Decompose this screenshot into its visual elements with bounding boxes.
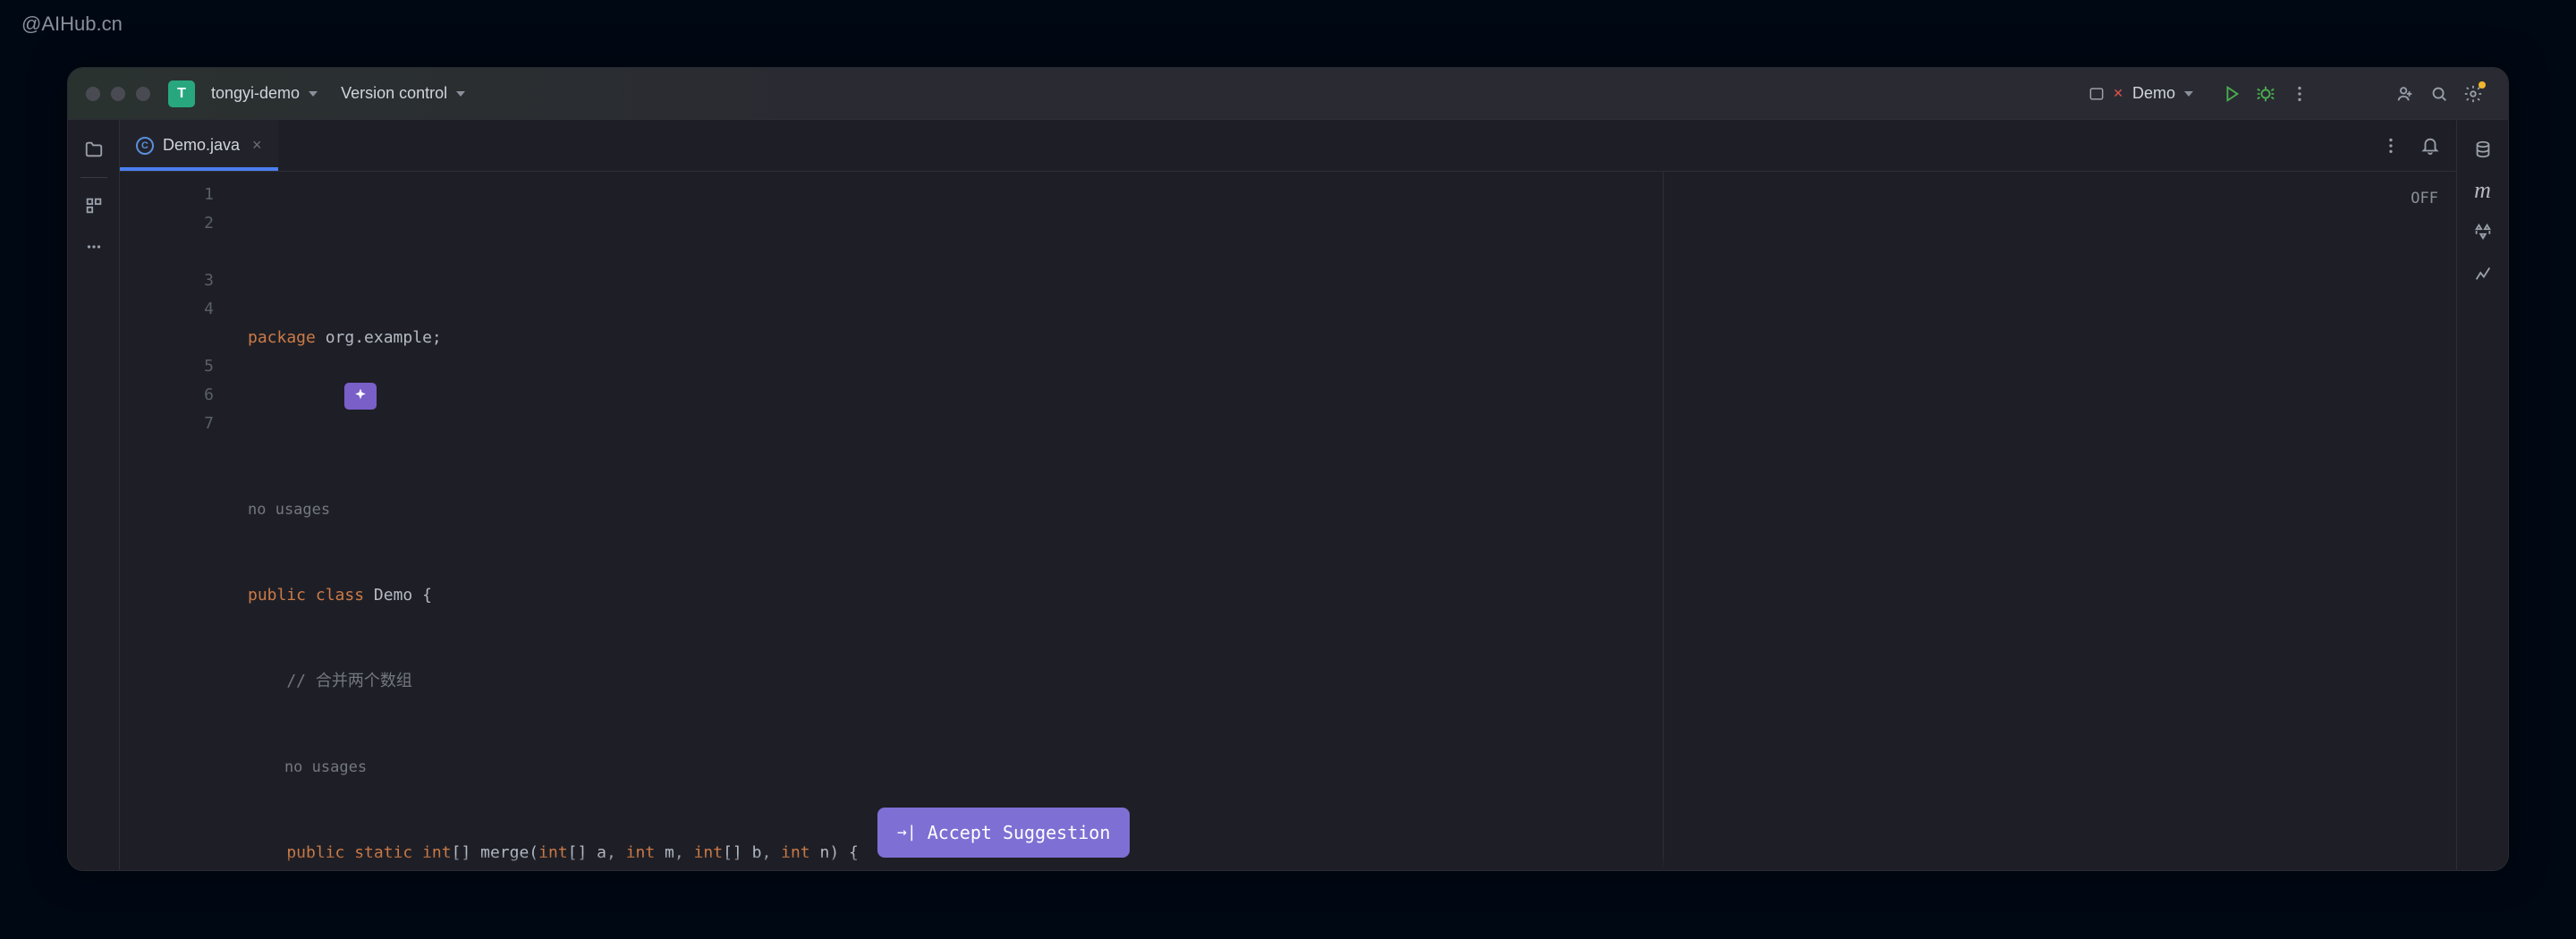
kebab-icon [2381,136,2401,156]
project-badge: T [168,80,195,107]
window-controls [86,87,150,101]
tab-key-icon: →| [897,818,917,847]
code-line: public class Demo { [241,581,2456,610]
code-with-me-button[interactable] [2388,77,2422,111]
database-icon [2473,140,2493,159]
notifications-button[interactable] [2413,129,2447,163]
chevron-down-icon [309,91,318,97]
more-actions-button[interactable] [2283,77,2317,111]
services-tool-button[interactable] [2466,215,2500,249]
close-window-button[interactable] [86,87,100,101]
tab-more-button[interactable] [2374,129,2408,163]
code-line: public static int[] merge(int[] a, int m… [241,839,2456,867]
ide-window: T tongyi-demo Version control ✕ Demo [67,67,2509,871]
kebab-icon [2290,84,2309,104]
project-name: tongyi-demo [211,84,300,103]
run-button[interactable] [2215,77,2249,111]
editor-pane: C Demo.java × 1 2 [120,120,2456,870]
settings-button[interactable] [2456,77,2490,111]
gear-icon [2463,84,2483,104]
code-line: package org.example; [241,324,2456,352]
editor-tab-bar: C Demo.java × [120,120,2456,172]
folder-icon [84,140,104,159]
error-indicator-icon: ✕ [2113,86,2123,101]
project-tool-button[interactable] [77,132,111,166]
search-everywhere-button[interactable] [2422,77,2456,111]
vcs-label: Version control [341,84,447,103]
close-tab-button[interactable]: × [252,136,262,155]
code-line [241,410,2456,438]
structure-icon [84,196,104,216]
version-control-menu[interactable]: Version control [334,80,472,106]
code-area[interactable]: OFF package org.example; no usages publi… [241,172,2456,870]
titlebar: T tongyi-demo Version control ✕ Demo [68,68,2508,120]
debug-button[interactable] [2249,77,2283,111]
ai-assistant-badge[interactable] [344,383,377,410]
inspections-off-label[interactable]: OFF [2411,184,2438,213]
watermark: @AIHub.cn [21,13,123,36]
editor-body[interactable]: 1 2 3 4 5 6 7 OFF package org.example; n… [120,172,2456,870]
left-tool-rail [68,120,120,870]
chevron-down-icon [456,91,465,97]
maximize-window-button[interactable] [136,87,150,101]
right-tool-rail: m [2456,120,2508,870]
rail-divider [80,177,107,178]
tab-label: Demo.java [163,136,240,155]
usages-hint: no usages [241,495,2456,524]
database-tool-button[interactable] [2466,132,2500,166]
accept-suggestion-button[interactable]: →| Accept Suggestion [877,808,1130,858]
accept-label: Accept Suggestion [928,818,1111,847]
more-tools-button[interactable] [77,230,111,264]
recycle-icon [2473,222,2493,241]
run-configuration-selector[interactable]: ✕ Demo [2080,80,2200,106]
chevron-down-icon [2184,91,2193,97]
search-icon [2429,84,2449,104]
usages-hint: no usages [241,753,2456,782]
run-config-label: Demo [2132,84,2175,103]
maven-tool-button[interactable]: m [2466,173,2500,207]
ai-sparkle-icon [352,387,369,405]
play-icon [2222,84,2241,104]
code-line: // 合并两个数组 [241,667,2456,696]
ellipsis-icon [84,237,104,257]
people-icon [2395,84,2415,104]
line-number-gutter: 1 2 3 4 5 6 7 [120,172,241,870]
bug-icon [2256,84,2275,104]
maven-icon: m [2474,177,2491,204]
chart-icon [2473,263,2493,283]
bell-icon [2420,136,2440,156]
run-config-icon [2088,85,2106,103]
structure-tool-button[interactable] [77,189,111,223]
project-selector[interactable]: tongyi-demo [204,80,325,106]
tab-demo-java[interactable]: C Demo.java × [120,120,278,171]
content-area: C Demo.java × 1 2 [68,120,2508,870]
profiler-tool-button[interactable] [2466,256,2500,290]
minimize-window-button[interactable] [111,87,125,101]
java-class-icon: C [136,137,154,155]
